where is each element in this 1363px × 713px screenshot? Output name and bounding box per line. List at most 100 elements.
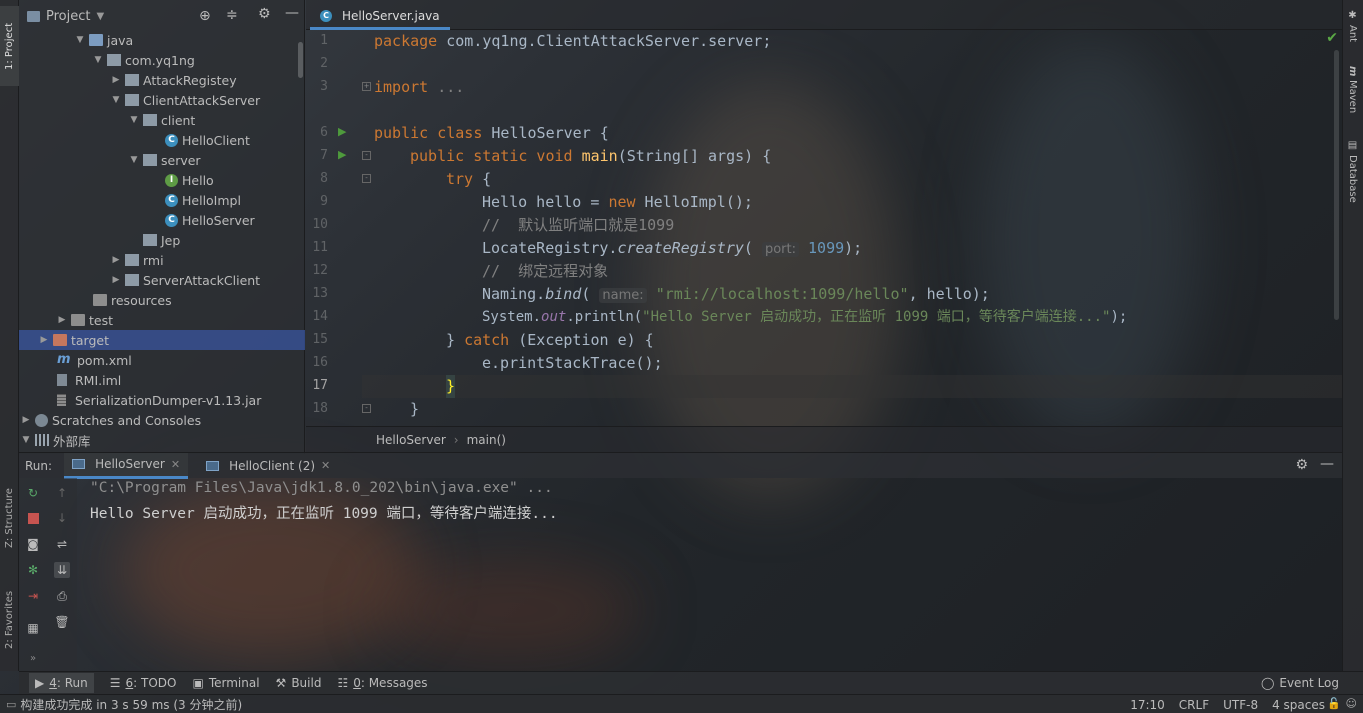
- line-separator[interactable]: CRLF: [1179, 698, 1209, 712]
- tab-helloserver-java[interactable]: C HelloServer.java: [310, 4, 450, 30]
- tree-item-client[interactable]: ▼ client: [129, 110, 196, 130]
- favorites-tool-tab[interactable]: 2: Favorites: [0, 580, 19, 660]
- code-comment: // 绑定远程对象: [482, 262, 609, 280]
- stop-button[interactable]: [25, 510, 41, 526]
- expand-arrow-icon[interactable]: ▼: [75, 35, 85, 45]
- ant-tool-tab[interactable]: ✱ Ant: [1342, 10, 1363, 50]
- tree-item-jep[interactable]: Jep: [129, 230, 180, 250]
- tree-item-server[interactable]: ▼ server: [129, 150, 201, 170]
- expand-arrow-icon[interactable]: ▼: [129, 155, 139, 165]
- print-icon[interactable]: ⎙: [54, 588, 70, 604]
- breadcrumb-method[interactable]: main(): [467, 433, 506, 447]
- code-editor[interactable]: package com.yq1ng.ClientAttackServer.ser…: [362, 30, 1342, 426]
- tree-item-external-libraries[interactable]: ▼ 外部库: [21, 430, 91, 450]
- terminal-tool-button[interactable]: ▣ Terminal: [192, 676, 259, 690]
- run-tab-helloserver[interactable]: HelloServer ✕: [64, 452, 189, 479]
- build-tool-button[interactable]: ⚒ Build: [276, 676, 322, 690]
- tree-item-serializationdumper-jar[interactable]: SerializationDumper-v1.13.jar: [57, 390, 261, 410]
- structure-tool-tab[interactable]: Z: Structure: [0, 478, 19, 558]
- package-icon: [125, 254, 139, 266]
- collapsed-arrow-icon[interactable]: ▶: [111, 255, 121, 265]
- tree-item-java[interactable]: ▼ java: [75, 30, 134, 50]
- project-scrollbar[interactable]: [298, 42, 303, 78]
- tree-item-hello[interactable]: I Hello: [165, 170, 214, 190]
- caret-position[interactable]: 17:10: [1130, 698, 1165, 712]
- restore-layout-icon[interactable]: ✻: [25, 562, 41, 578]
- expand-arrow-icon[interactable]: ▼: [21, 435, 31, 445]
- up-arrow-icon[interactable]: ↑: [54, 485, 70, 501]
- maven-tool-tab[interactable]: m Maven: [1342, 66, 1363, 126]
- project-tool-tab[interactable]: 1: Project: [0, 6, 19, 86]
- inspector-icon[interactable]: ☺: [1346, 697, 1357, 710]
- event-log-button[interactable]: ◯ Event Log: [1261, 676, 1339, 690]
- tree-item-helloserver[interactable]: C HelloServer: [165, 210, 255, 230]
- indent-setting[interactable]: 4 spaces: [1272, 698, 1325, 712]
- gear-icon[interactable]: ⚙: [1295, 457, 1308, 473]
- tree-item-serverattackclient[interactable]: ▶ ServerAttackClient: [111, 270, 261, 290]
- tree-item-clientattackserver[interactable]: ▼ ClientAttackServer: [111, 90, 261, 110]
- tree-item-scratches[interactable]: ▶ Scratches and Consoles: [21, 410, 202, 430]
- run-toolbar: ↻ ↑ ↓ ◙ ⇌ ✻ ⇊ ⇥ ⎙ ▦ 🗑 »: [19, 478, 77, 671]
- locate-icon[interactable]: ⊕: [199, 8, 211, 24]
- run-gutter-icon[interactable]: ▶: [338, 125, 346, 138]
- expand-arrow-icon[interactable]: ▼: [111, 95, 121, 105]
- console-output[interactable]: "C:\Program Files\Java\jdk1.8.0_202\bin\…: [77, 478, 1342, 671]
- tree-item-helloimpl[interactable]: C HelloImpl: [165, 190, 241, 210]
- lock-icon[interactable]: 🔓: [1327, 697, 1341, 710]
- tree-item-label: server: [161, 152, 201, 168]
- collapsed-arrow-icon[interactable]: ▶: [57, 315, 67, 325]
- run-tab-label: HelloServer: [95, 457, 165, 471]
- application-icon: [206, 460, 220, 471]
- exit-icon[interactable]: ⇥: [25, 588, 41, 604]
- tree-item-pom-xml[interactable]: m pom.xml: [57, 350, 132, 370]
- close-icon[interactable]: ✕: [321, 459, 330, 472]
- rerun-icon[interactable]: ↻: [25, 485, 41, 501]
- chevron-down-icon[interactable]: ▼: [96, 11, 104, 22]
- run-tab-helloclient[interactable]: HelloClient (2) ✕: [198, 453, 338, 479]
- tree-item-test[interactable]: ▶ test: [57, 310, 113, 330]
- run-tool-button[interactable]: ▶ 4: Run: [29, 673, 94, 693]
- tree-item-target[interactable]: ▶ target: [19, 330, 305, 350]
- hammer-icon: ⚒: [275, 676, 287, 690]
- minimize-icon[interactable]: —: [1320, 456, 1334, 472]
- resources-folder-icon: [93, 294, 107, 306]
- tree-item-label: test: [89, 312, 114, 328]
- camera-icon[interactable]: ◙: [25, 536, 41, 552]
- editor-scrollbar[interactable]: [1334, 50, 1339, 320]
- close-icon[interactable]: ✕: [171, 458, 180, 471]
- expand-arrow-icon[interactable]: ▼: [93, 55, 103, 65]
- messages-tool-button[interactable]: ☷ 0: Messages: [337, 676, 427, 690]
- database-icon: ▤: [1347, 140, 1358, 151]
- layout-icon[interactable]: ▦: [25, 620, 41, 636]
- trash-icon[interactable]: 🗑: [54, 614, 70, 630]
- collapsed-arrow-icon[interactable]: ▶: [21, 415, 31, 425]
- tree-item-helloclient[interactable]: C HelloClient: [165, 130, 250, 150]
- collapsed-arrow-icon[interactable]: ▶: [111, 75, 121, 85]
- collapsed-arrow-icon[interactable]: ▶: [39, 335, 49, 345]
- minimize-icon[interactable]: —: [285, 5, 299, 21]
- scroll-to-end-icon[interactable]: ⇊: [54, 562, 70, 578]
- collapse-all-icon[interactable]: ≑: [226, 7, 238, 23]
- tree-item-resources[interactable]: resources: [93, 290, 172, 310]
- tree-item-label: HelloImpl: [182, 192, 241, 208]
- code-line: LocateRegistry.createRegistry( port: 109…: [482, 239, 863, 257]
- soft-wrap-icon[interactable]: ⇌: [54, 536, 70, 552]
- gear-icon[interactable]: ⚙: [258, 6, 271, 22]
- database-tool-tab-label: Database: [1347, 155, 1358, 203]
- collapsed-arrow-icon[interactable]: ▶: [111, 275, 121, 285]
- tree-item-attackregistey[interactable]: ▶ AttackRegistey: [111, 70, 237, 90]
- expand-arrow-icon[interactable]: ▼: [129, 115, 139, 125]
- stop-icon: [27, 512, 39, 524]
- tree-item-rmi[interactable]: ▶ rmi: [111, 250, 164, 270]
- todo-tool-button[interactable]: ☰ 6: TODO: [110, 676, 177, 690]
- ant-icon: ✱: [1347, 10, 1358, 21]
- database-tool-tab[interactable]: ▤ Database: [1342, 140, 1363, 210]
- run-gutter-icon[interactable]: ▶: [338, 148, 346, 161]
- editor-gutter: 1 2 3 6 7 8 9 10 11 12 13 14 15 16 17 18…: [306, 30, 371, 426]
- tree-item-rmi-iml[interactable]: RMI.iml: [57, 370, 121, 390]
- file-encoding[interactable]: UTF-8: [1223, 698, 1258, 712]
- more-icon[interactable]: »: [25, 650, 41, 666]
- tree-item-com-yq1ng[interactable]: ▼ com.yq1ng: [93, 50, 195, 70]
- breadcrumb-class[interactable]: HelloServer: [376, 433, 446, 447]
- down-arrow-icon[interactable]: ↓: [54, 510, 70, 526]
